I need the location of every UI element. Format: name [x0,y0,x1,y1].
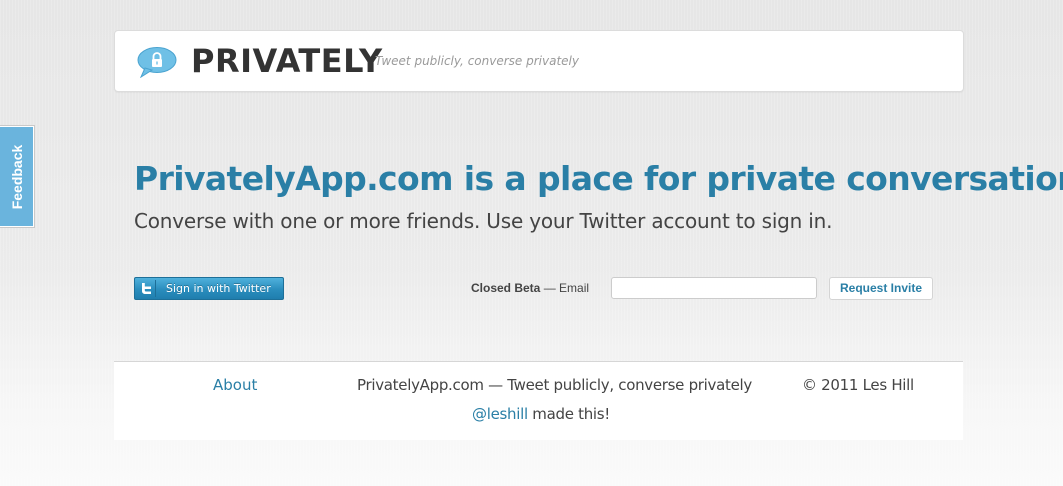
footer: About PrivatelyApp.com — Tweet publicly,… [114,361,963,440]
about-link[interactable]: About [213,376,257,394]
closed-beta-label: Closed Beta — Email [471,281,589,295]
closed-beta-dash: — [540,281,560,295]
footer-tagline: PrivatelyApp.com — Tweet publicly, conve… [357,376,752,394]
credit-text: made this! [527,405,611,423]
copyright: © 2011 Les Hill [802,376,914,394]
email-field[interactable] [611,277,817,299]
speech-bubble-lock-icon[interactable] [137,46,177,79]
leshill-link[interactable]: @leshill [472,405,528,423]
hero-title: PrivatelyApp.com is a place for private … [134,159,1063,198]
request-invite-button[interactable]: Request Invite [829,277,933,300]
sign-in-label: Sign in with Twitter [166,282,271,295]
twitter-bird-icon [137,280,156,297]
sign-in-with-twitter-button[interactable]: Sign in with Twitter [134,277,284,300]
header: PRIVATELY Tweet publicly, converse priva… [114,30,964,92]
email-label: Email [559,281,590,295]
header-tagline: Tweet publicly, converse privately [375,54,579,68]
hero-subtitle: Converse with one or more friends. Use y… [134,209,833,233]
closed-beta-text: Closed Beta [471,281,541,295]
brand-name[interactable]: PRIVATELY [191,43,383,79]
feedback-label: Feedback [8,144,25,209]
footer-credit: @leshill made this! [472,405,610,423]
feedback-tab[interactable]: Feedback [0,126,34,227]
